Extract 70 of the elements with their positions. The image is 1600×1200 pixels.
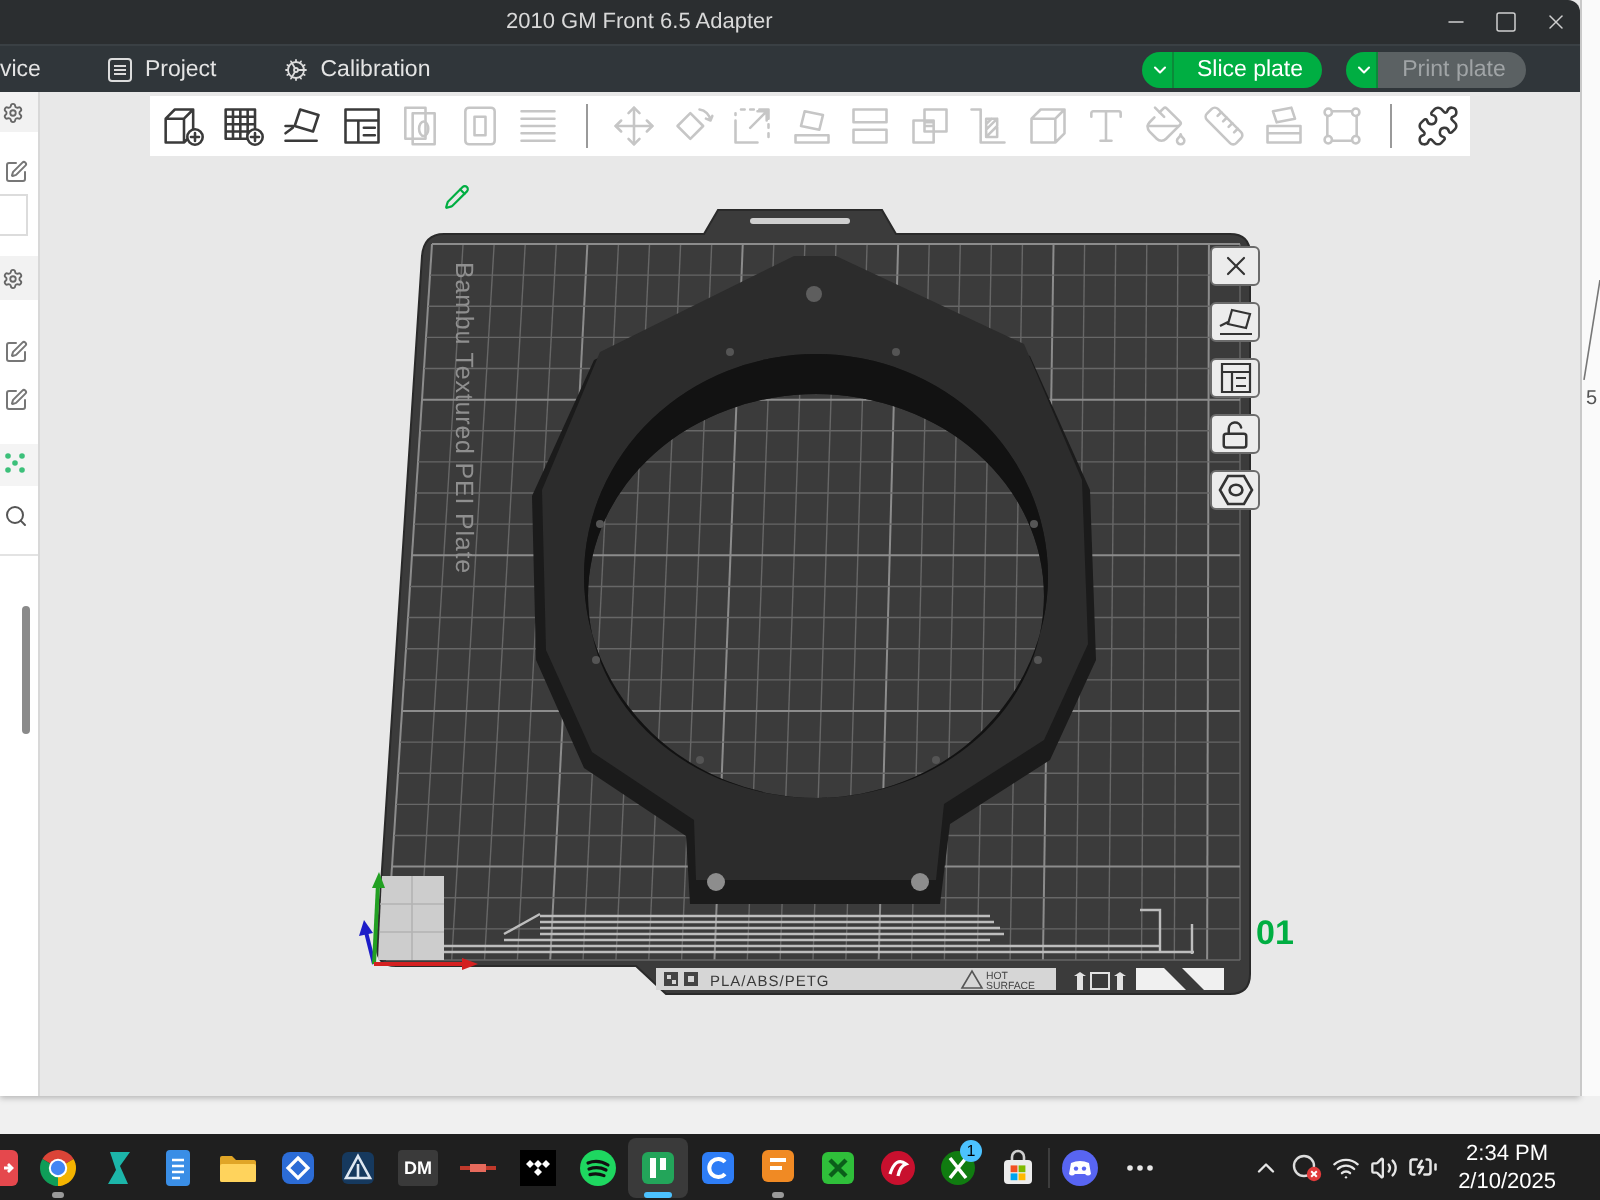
edit-icon[interactable] bbox=[4, 388, 28, 412]
orient-plate-button[interactable] bbox=[1210, 302, 1260, 342]
lock-plate-button[interactable] bbox=[1210, 414, 1260, 454]
clock-date[interactable]: 2/10/2025 bbox=[1458, 1167, 1556, 1195]
excluded-area bbox=[378, 875, 445, 961]
y-axis-arrow bbox=[372, 872, 385, 965]
remove-plate-button[interactable] bbox=[1210, 246, 1260, 286]
app-tile-icon bbox=[0, 1147, 18, 1187]
search-icon[interactable] bbox=[4, 504, 28, 528]
taskbar-button[interactable]: 1 bbox=[928, 1137, 988, 1197]
edit-icon[interactable] bbox=[4, 160, 28, 184]
puzzle-icon[interactable] bbox=[1416, 104, 1460, 148]
volume-icon[interactable] bbox=[1370, 1153, 1399, 1181]
menu-tab[interactable]: vice bbox=[0, 57, 41, 81]
dash-logo-icon bbox=[460, 1163, 496, 1171]
slash-tab bbox=[1136, 968, 1224, 990]
warning-icon bbox=[960, 969, 984, 989]
hexagon-nut-icon bbox=[1217, 474, 1253, 506]
grid-plus-icon[interactable] bbox=[221, 104, 265, 148]
emblem-icon bbox=[878, 1147, 918, 1187]
up-marker-icon bbox=[1074, 972, 1086, 990]
diamond-cluster-icon bbox=[518, 1147, 558, 1187]
taskbar-button[interactable] bbox=[628, 1137, 688, 1197]
stripe-tile-icon bbox=[758, 1147, 798, 1187]
scrollbar-thumb[interactable] bbox=[22, 606, 30, 734]
maximize-icon[interactable] bbox=[1494, 10, 1518, 34]
bars-tile-icon bbox=[638, 1147, 678, 1187]
x-axis-arrow bbox=[374, 958, 478, 970]
clock-time[interactable]: 2:34 PM bbox=[1466, 1139, 1549, 1167]
cross-tile-icon bbox=[818, 1147, 858, 1187]
dropdown-button[interactable] bbox=[1346, 51, 1378, 87]
arc-tile-icon bbox=[698, 1147, 738, 1187]
qr-code-icon bbox=[664, 972, 678, 986]
dotted-pattern-icon[interactable] bbox=[4, 452, 26, 474]
layout-panels-icon bbox=[1219, 362, 1251, 394]
triangle-logo-icon bbox=[338, 1147, 378, 1187]
edit-icon[interactable] bbox=[4, 340, 28, 364]
up-marker-icon bbox=[1114, 972, 1126, 990]
dropdown-button[interactable] bbox=[1142, 51, 1174, 87]
battery-charging-icon[interactable] bbox=[1408, 1152, 1439, 1182]
game-controller-icon bbox=[1060, 1147, 1100, 1187]
list-icon bbox=[108, 57, 133, 81]
diamond-tile-icon bbox=[278, 1147, 318, 1187]
gear-icon bbox=[284, 57, 309, 81]
settings-icon[interactable] bbox=[2, 101, 24, 123]
sound-arcs-icon bbox=[578, 1147, 618, 1187]
input-field[interactable] bbox=[0, 194, 28, 236]
wifi-icon[interactable] bbox=[1332, 1153, 1361, 1181]
network-error-icon[interactable] bbox=[1290, 1153, 1323, 1181]
close-icon[interactable] bbox=[1544, 10, 1568, 34]
arrange-plate-button[interactable] bbox=[1210, 358, 1260, 398]
taskbar-button[interactable]: DM bbox=[388, 1137, 448, 1197]
layout-panels-icon[interactable] bbox=[339, 104, 383, 148]
line-drawing bbox=[1582, 280, 1600, 380]
cube-plus-icon[interactable] bbox=[162, 104, 206, 148]
notification-badge: 1 bbox=[960, 1139, 982, 1161]
square-logo-icon bbox=[684, 972, 698, 986]
plate-number: 01 bbox=[1256, 914, 1294, 954]
shopping-bag-icon bbox=[998, 1147, 1038, 1187]
more-icon[interactable] bbox=[1126, 1163, 1154, 1171]
window-title: 2010 GM Front 6.5 Adapter bbox=[506, 10, 773, 34]
plate-settings-button[interactable] bbox=[1210, 470, 1260, 510]
square-marker-icon bbox=[1090, 972, 1110, 990]
background-text: 5 bbox=[1584, 388, 1598, 410]
settings-icon[interactable] bbox=[2, 267, 24, 289]
menu-tab[interactable]: Project bbox=[108, 57, 217, 81]
tricolor-ring-icon bbox=[38, 1147, 78, 1187]
plate-name-label: Bambu Textured PEI Plate bbox=[450, 262, 478, 574]
z-axis-arrow bbox=[359, 920, 376, 965]
menu-tab[interactable]: Calibration bbox=[284, 57, 431, 81]
